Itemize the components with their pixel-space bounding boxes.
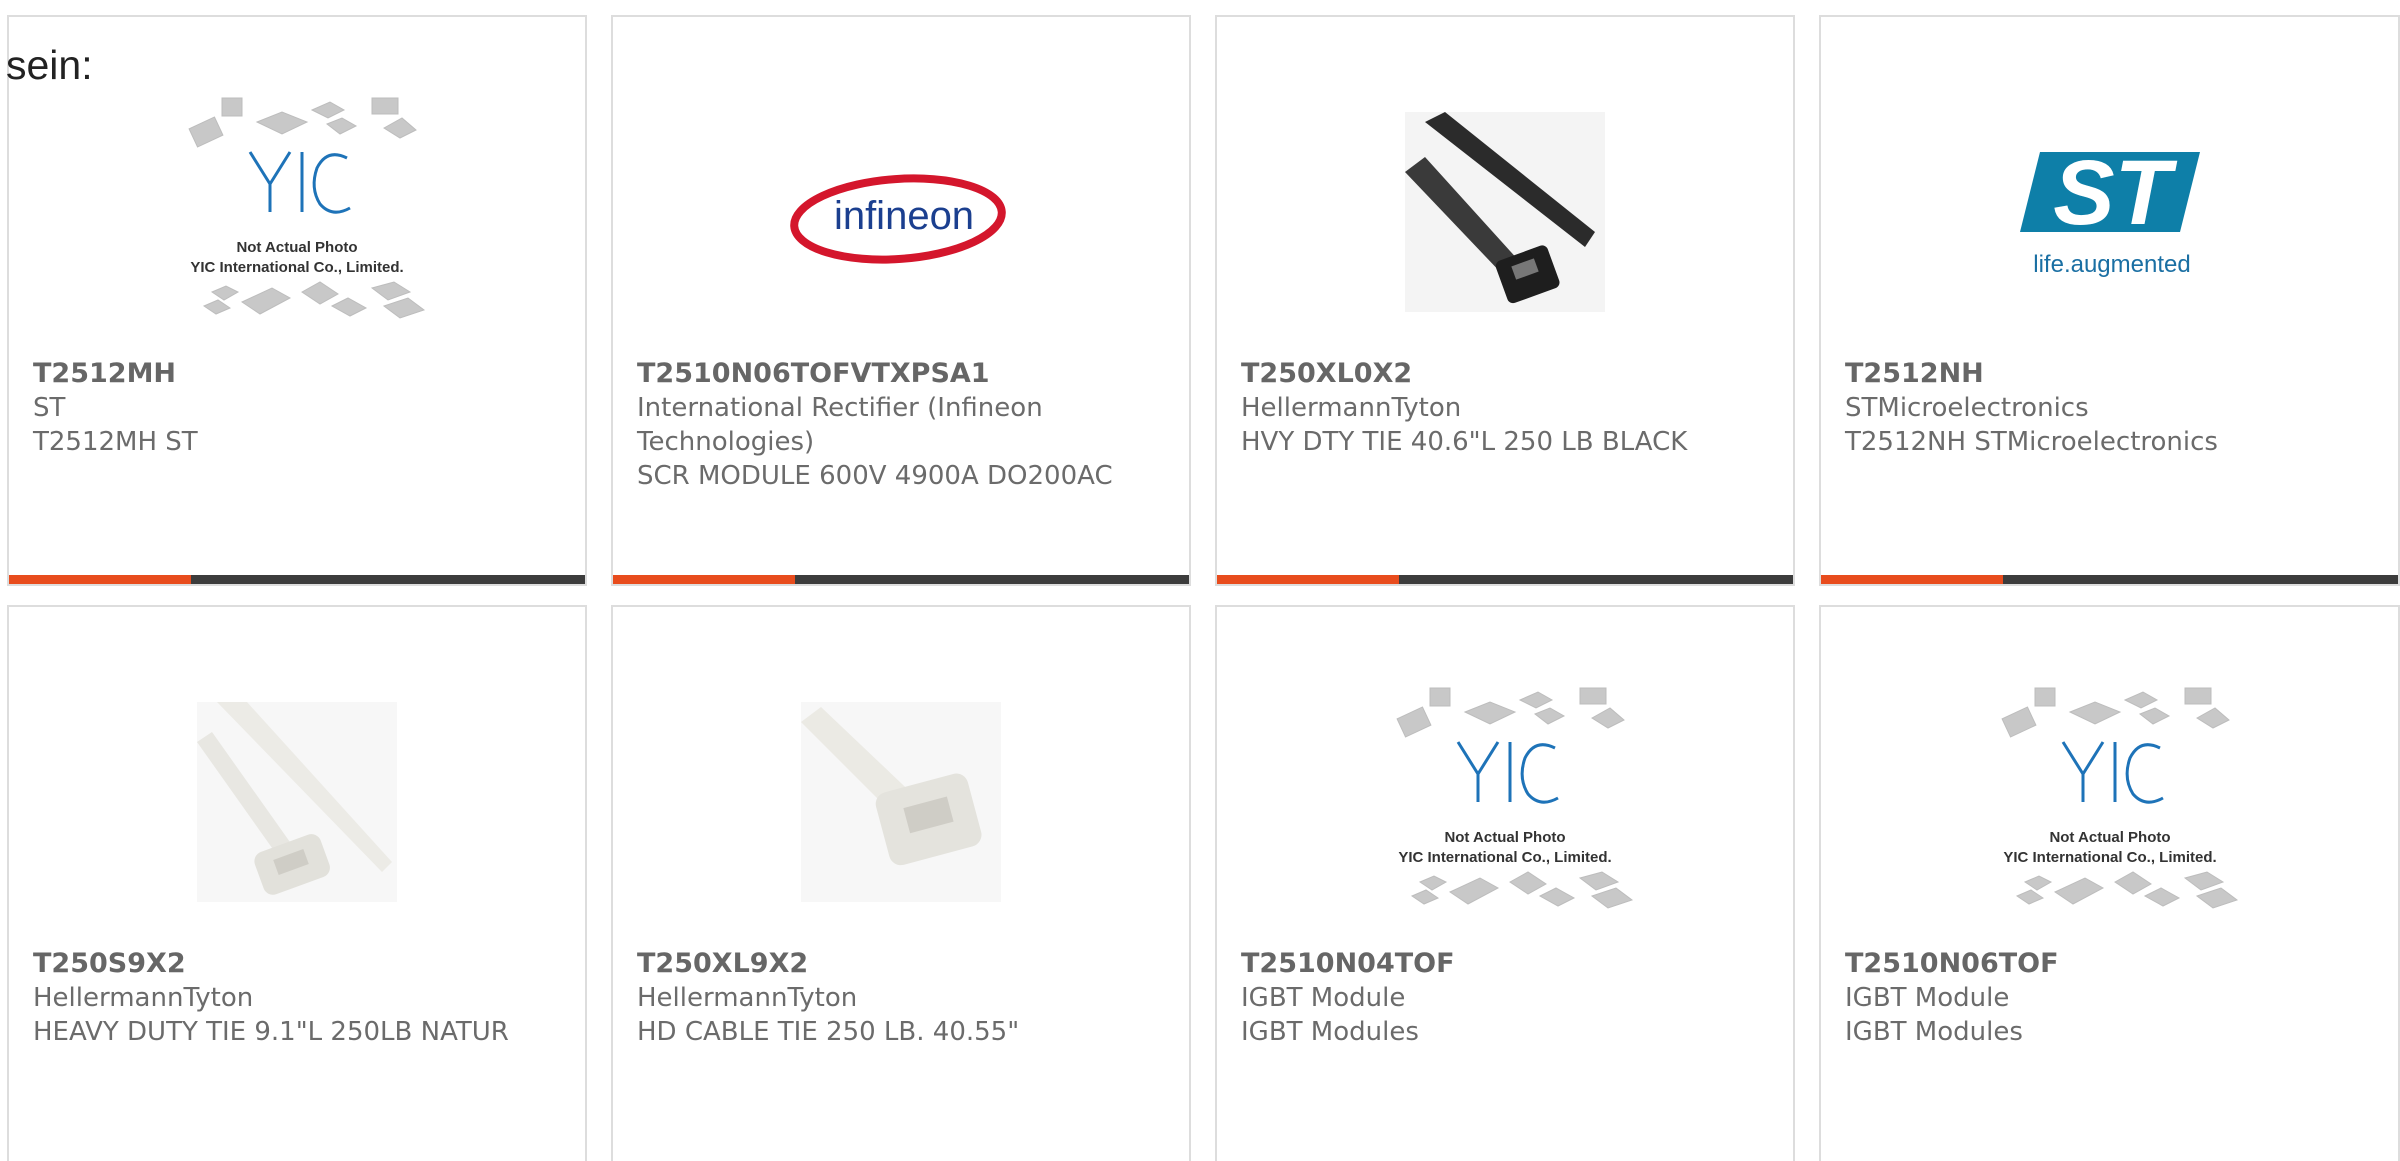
product-card[interactable]: Not Actual Photo YIC International Co., … [1215, 605, 1795, 1161]
product-image-placeholder[interactable]: Not Actual Photo YIC International Co., … [9, 57, 585, 367]
placeholder-line1: Not Actual Photo [236, 239, 357, 256]
white-cable-tie-image [197, 702, 397, 902]
product-part-number[interactable]: T250S9X2 [33, 947, 565, 981]
card-bottom-bar [1821, 575, 2398, 584]
product-card[interactable]: infineon T2510N06TOFVTXPSA1 Internationa… [611, 15, 1191, 586]
product-image-infineon[interactable]: infineon [613, 57, 1189, 367]
product-manufacturer: HellermannTyton [637, 983, 858, 1013]
black-cable-tie-image [1405, 112, 1605, 312]
placeholder-line1: Not Actual Photo [1444, 829, 1565, 846]
card-bottom-bar [613, 575, 1189, 584]
product-card[interactable]: T250XL0X2 HellermannTyton HVY DTY TIE 40… [1215, 15, 1795, 586]
product-manufacturer: IGBT Module [1241, 983, 1406, 1013]
product-manufacturer: STMicroelectronics [1845, 393, 2089, 423]
product-manufacturer: IGBT Module [1845, 983, 2010, 1013]
product-info: T2512MH ST T2512MH ST [33, 357, 565, 459]
card-bar-accent [1217, 575, 1399, 584]
intro-text: sein: [6, 42, 93, 88]
product-card[interactable]: T250XL9X2 HellermannTyton HD CABLE TIE 2… [611, 605, 1191, 1161]
product-part-number[interactable]: T2512NH [1845, 357, 2378, 391]
product-description: IGBT Modules [1845, 1017, 2023, 1047]
product-description: SCR MODULE 600V 4900A DO200AC [637, 461, 1113, 491]
placeholder-line2: YIC International Co., Limited. [1398, 849, 1611, 866]
product-card[interactable]: Not Actual Photo YIC International Co., … [7, 15, 587, 586]
st-logo-icon: ST life.augmented [2019, 142, 2200, 278]
product-card[interactable]: T250S9X2 HellermannTyton HEAVY DUTY TIE … [7, 605, 587, 1161]
product-description: IGBT Modules [1241, 1017, 1419, 1047]
product-part-number[interactable]: T2510N06TOF [1845, 947, 2378, 981]
card-bottom-bar [1217, 575, 1793, 584]
placeholder-line1: Not Actual Photo [2049, 829, 2170, 846]
product-part-number[interactable]: T250XL9X2 [637, 947, 1169, 981]
card-bar-accent [9, 575, 191, 584]
product-card[interactable]: Not Actual Photo YIC International Co., … [1819, 605, 2400, 1161]
yic-placeholder-image: Not Actual Photo YIC International Co., … [1396, 687, 1634, 909]
product-info: T2510N04TOF IGBT Module IGBT Modules [1241, 947, 1773, 1049]
product-image-st[interactable]: ST life.augmented [1821, 57, 2398, 367]
infineon-logo-icon: infineon [790, 174, 1006, 264]
yic-placeholder-image: Not Actual Photo YIC International Co., … [188, 97, 426, 319]
product-image-placeholder[interactable]: Not Actual Photo YIC International Co., … [1821, 647, 2398, 957]
placeholder-line2: YIC International Co., Limited. [2003, 849, 2216, 866]
placeholder-line2: YIC International Co., Limited. [190, 259, 403, 276]
product-info: T250XL0X2 HellermannTyton HVY DTY TIE 40… [1241, 357, 1773, 459]
card-bottom-bar [9, 575, 585, 584]
product-description: T2512NH STMicroelectronics [1845, 427, 2218, 457]
product-info: T2510N06TOFVTXPSA1 International Rectifi… [637, 357, 1169, 493]
infineon-wordmark: infineon [834, 194, 974, 238]
product-manufacturer: ST [33, 393, 66, 423]
product-info: T250XL9X2 HellermannTyton HD CABLE TIE 2… [637, 947, 1169, 1049]
product-info: T250S9X2 HellermannTyton HEAVY DUTY TIE … [33, 947, 565, 1049]
product-part-number[interactable]: T2512MH [33, 357, 565, 391]
product-description: T2512MH ST [33, 427, 198, 457]
product-card[interactable]: ST life.augmented T2512NH STMicroelectro… [1819, 15, 2400, 586]
product-description: HD CABLE TIE 250 LB. 40.55" [637, 1017, 1020, 1047]
card-bar-accent [613, 575, 795, 584]
product-description: HVY DTY TIE 40.6"L 250 LB BLACK [1241, 427, 1688, 457]
product-manufacturer: HellermannTyton [1241, 393, 1462, 423]
product-manufacturer: HellermannTyton [33, 983, 254, 1013]
product-info: T2510N06TOF IGBT Module IGBT Modules [1845, 947, 2378, 1049]
product-grid-page: sein: Not Actual Photo YIC International… [0, 0, 2400, 1161]
white-cable-tie-head-image [801, 702, 1001, 902]
st-mark: ST [2053, 142, 2177, 244]
product-manufacturer: International Rectifier (Infineon Techno… [637, 393, 1043, 457]
product-description: HEAVY DUTY TIE 9.1"L 250LB NATUR [33, 1017, 509, 1047]
product-part-number[interactable]: T2510N04TOF [1241, 947, 1773, 981]
product-image-white-cable-tie-head[interactable] [613, 647, 1189, 957]
yic-placeholder-image: Not Actual Photo YIC International Co., … [2000, 687, 2238, 909]
st-tagline: life.augmented [2033, 251, 2190, 278]
product-part-number[interactable]: T2510N06TOFVTXPSA1 [637, 357, 1169, 391]
product-image-white-cable-tie[interactable] [9, 647, 585, 957]
product-info: T2512NH STMicroelectronics T2512NH STMic… [1845, 357, 2378, 459]
product-part-number[interactable]: T250XL0X2 [1241, 357, 1773, 391]
product-image-placeholder[interactable]: Not Actual Photo YIC International Co., … [1217, 647, 1793, 957]
card-bar-accent [1821, 575, 2003, 584]
product-image-black-cable-tie[interactable] [1217, 57, 1793, 367]
